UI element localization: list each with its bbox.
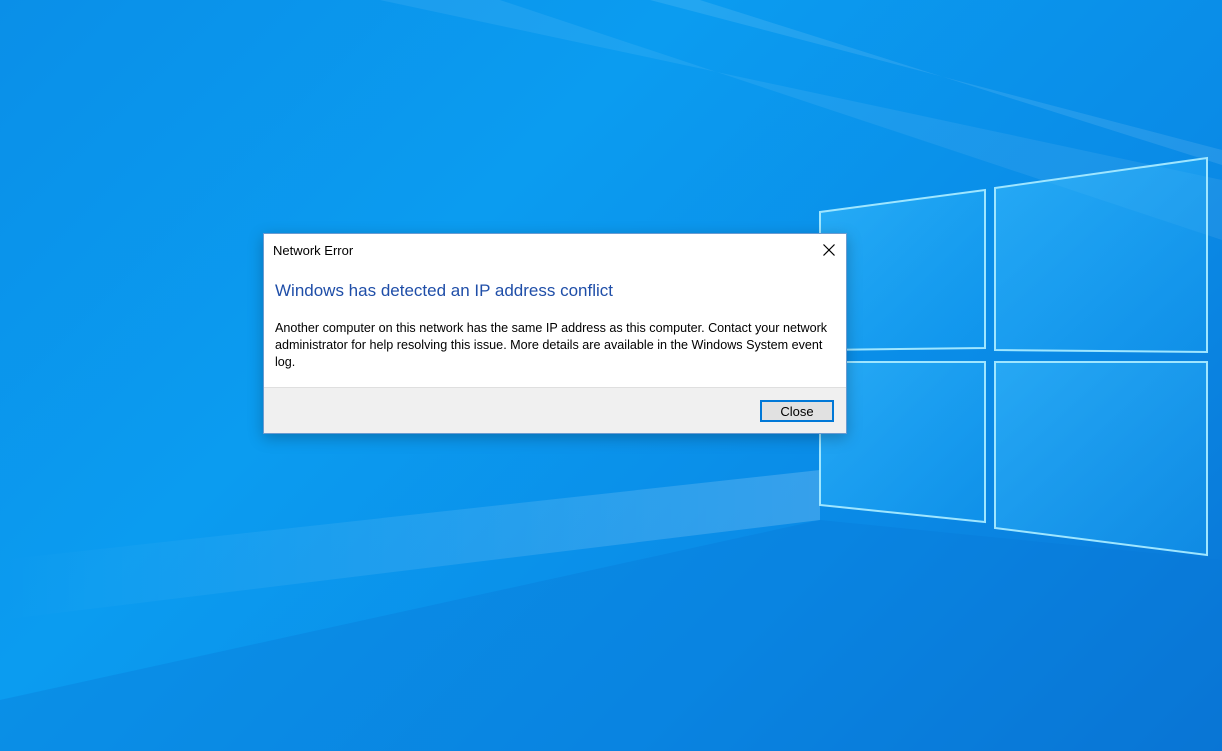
network-error-dialog: Network Error Windows has detected an IP… — [263, 233, 847, 434]
dialog-message: Another computer on this network has the… — [275, 321, 828, 369]
desktop-background: Network Error Windows has detected an IP… — [0, 0, 1222, 751]
close-x-glyph — [823, 244, 835, 256]
close-button[interactable]: Close — [760, 400, 834, 422]
dialog-footer: Close — [264, 387, 846, 433]
close-icon[interactable] — [814, 234, 844, 266]
dialog-title: Network Error — [273, 243, 354, 258]
dialog-heading: Windows has detected an IP address confl… — [275, 281, 613, 300]
dialog-titlebar[interactable]: Network Error — [264, 234, 846, 266]
